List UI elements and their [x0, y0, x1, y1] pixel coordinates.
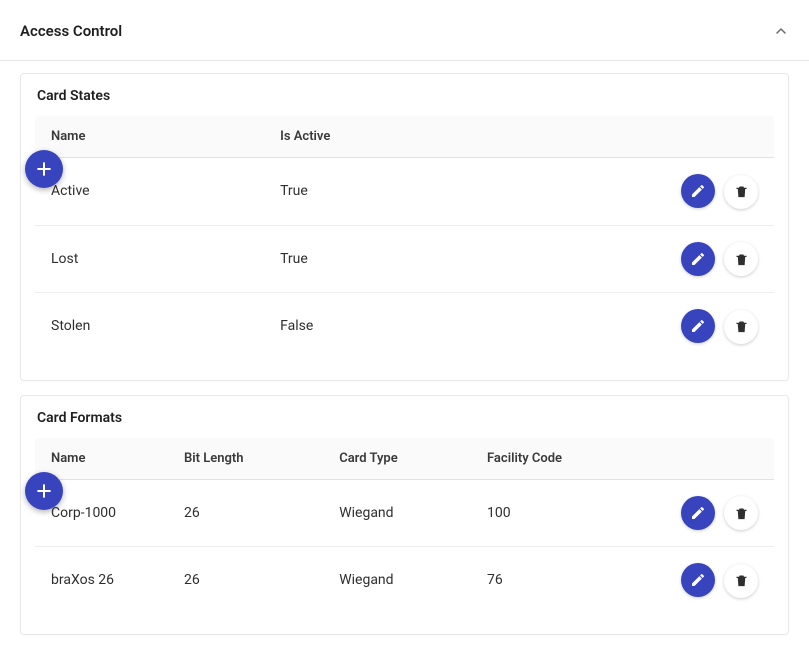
col-card-type: Card Type — [323, 438, 471, 480]
delete-button[interactable] — [724, 564, 758, 598]
card-states-panel: Card States Name Is Active Active — [20, 73, 789, 381]
add-card-format-button[interactable] — [25, 472, 63, 510]
cell-bit-length: 26 — [168, 547, 323, 614]
edit-button[interactable] — [681, 496, 715, 530]
table-row: braXos 26 26 Wiegand 76 — [35, 547, 774, 614]
trash-icon — [734, 319, 749, 334]
col-name: Name — [35, 438, 168, 480]
cell-name: Lost — [35, 225, 264, 293]
chevron-up-icon[interactable] — [773, 23, 789, 39]
plus-icon — [34, 159, 54, 179]
pencil-icon — [690, 572, 706, 588]
card-formats-panel: Card Formats Name Bit Length Card Type F… — [20, 395, 789, 635]
trash-icon — [734, 184, 749, 199]
cell-card-type: Wiegand — [323, 547, 471, 614]
pencil-icon — [690, 505, 706, 521]
col-name: Name — [35, 116, 264, 158]
trash-icon — [734, 252, 749, 267]
delete-button[interactable] — [724, 242, 758, 276]
card-formats-title: Card Formats — [35, 410, 774, 426]
cell-facility-code: 100 — [471, 479, 641, 547]
edit-button[interactable] — [681, 242, 715, 276]
col-actions — [560, 116, 774, 158]
cell-card-type: Wiegand — [323, 479, 471, 547]
add-card-state-button[interactable] — [25, 150, 63, 188]
col-facility-code: Facility Code — [471, 438, 641, 480]
trash-icon — [734, 506, 749, 521]
table-row: Corp-1000 26 Wiegand 100 — [35, 479, 774, 547]
delete-button[interactable] — [724, 496, 758, 530]
pencil-icon — [690, 251, 706, 267]
cell-name: Active — [35, 158, 264, 226]
pencil-icon — [690, 318, 706, 334]
trash-icon — [734, 573, 749, 588]
col-is-active: Is Active — [264, 116, 560, 158]
cell-facility-code: 76 — [471, 547, 641, 614]
table-row: Active True — [35, 158, 774, 226]
plus-icon — [34, 481, 54, 501]
section-header[interactable]: Access Control — [0, 0, 809, 61]
card-states-table: Name Is Active Active True — [35, 116, 774, 360]
table-row: Stolen False — [35, 293, 774, 360]
delete-button[interactable] — [724, 175, 758, 209]
cell-is-active: True — [264, 158, 560, 226]
card-formats-table: Name Bit Length Card Type Facility Code … — [35, 438, 774, 614]
cell-name: braXos 26 — [35, 547, 168, 614]
cell-name: Stolen — [35, 293, 264, 360]
edit-button[interactable] — [681, 563, 715, 597]
col-bit-length: Bit Length — [168, 438, 323, 480]
cell-is-active: False — [264, 293, 560, 360]
cell-bit-length: 26 — [168, 479, 323, 547]
table-row: Lost True — [35, 225, 774, 293]
edit-button[interactable] — [681, 174, 715, 208]
pencil-icon — [690, 183, 706, 199]
delete-button[interactable] — [724, 310, 758, 344]
card-states-title: Card States — [35, 88, 774, 104]
cell-is-active: True — [264, 225, 560, 293]
col-actions — [641, 438, 774, 480]
section-title: Access Control — [20, 22, 122, 40]
edit-button[interactable] — [681, 309, 715, 343]
